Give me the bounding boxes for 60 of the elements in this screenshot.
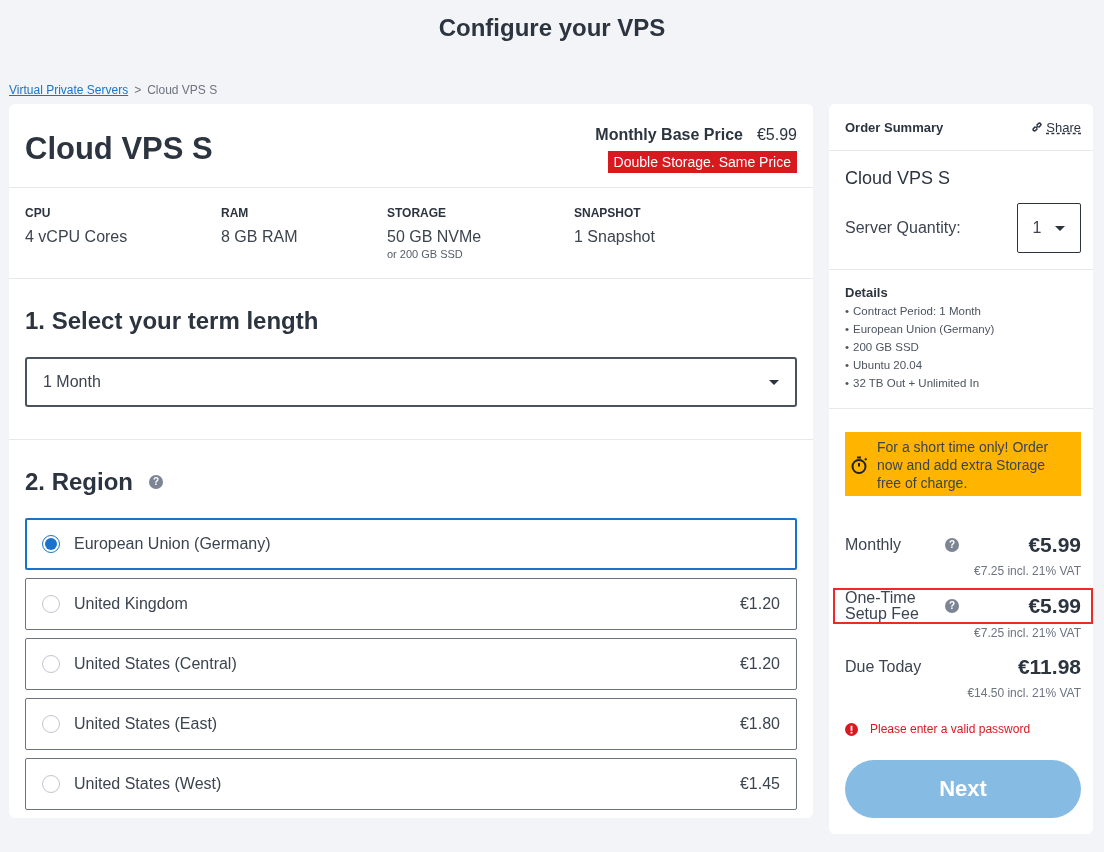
spec-value: 50 GB NVMe: [387, 228, 483, 246]
region-option[interactable]: United States (Central) €1.20: [25, 638, 797, 690]
region-option[interactable]: United States (East) €1.80: [25, 698, 797, 750]
breadcrumb-separator: >: [134, 83, 142, 99]
price-label: Monthly: [845, 537, 903, 553]
caret-icon: [769, 379, 779, 385]
quantity-select[interactable]: 1: [1017, 203, 1081, 253]
bullet-mark: •: [845, 340, 850, 355]
spec-label: CPU: [25, 206, 52, 220]
spec-value: 1 Snapshot: [574, 228, 655, 246]
region-option[interactable]: United Kingdom €1.20: [25, 578, 797, 630]
spec-label: STORAGE: [387, 206, 448, 220]
error-icon: [845, 722, 858, 736]
bullet-mark: •: [845, 376, 850, 391]
detail-item: 200 GB SSD: [853, 340, 919, 355]
price-amount: €5.99: [1028, 594, 1081, 618]
section-heading: 2. Region: [25, 468, 133, 496]
base-price: €5.99: [756, 126, 797, 144]
help-icon[interactable]: ?: [945, 538, 959, 552]
section-heading: 1. Select your term length: [25, 307, 320, 335]
help-icon[interactable]: ?: [149, 475, 163, 489]
breadcrumb-current: Cloud VPS S: [147, 83, 218, 99]
share-link[interactable]: Share: [1031, 119, 1081, 135]
spec-label: RAM: [221, 206, 250, 220]
promo-badge: Double Storage. Same Price: [607, 151, 797, 173]
caret-icon: [1055, 225, 1066, 231]
error-message: Please enter a valid password: [870, 722, 1031, 736]
spec-note: or 200 GB SSD: [387, 248, 464, 260]
promo-text: For a short time only! Order now and add extra Storage free of charge.: [877, 438, 1050, 492]
price-label: One-Time Setup Fee: [845, 590, 920, 622]
term-select[interactable]: 1 Month: [25, 357, 797, 407]
detail-item: Ubuntu 20.04: [853, 358, 923, 373]
region-option[interactable]: United States (West) €1.45: [25, 758, 797, 810]
link-icon: [1031, 121, 1044, 133]
price-amount: €11.98: [1017, 655, 1081, 679]
detail-item: Contract Period: 1 Month: [853, 304, 981, 319]
spec-value: 8 GB RAM: [221, 228, 299, 246]
stopwatch-icon: [849, 455, 869, 475]
spec-label: SNAPSHOT: [574, 206, 642, 220]
vat-note: €7.25 incl. 21% VAT: [973, 564, 1081, 578]
product-name: Cloud VPS S: [25, 130, 213, 168]
detail-item: 32 TB Out + Unlimited In: [853, 376, 980, 391]
region-option[interactable]: European Union (Germany): [25, 518, 797, 570]
detail-item: European Union (Germany): [853, 322, 995, 337]
help-icon[interactable]: ?: [945, 599, 959, 613]
page-title: Configure your VPS: [437, 13, 667, 43]
vat-note: €14.50 incl. 21% VAT: [966, 686, 1081, 700]
bullet-mark: •: [845, 304, 850, 319]
bullet-mark: •: [845, 358, 850, 373]
price-amount: €5.99: [1028, 533, 1081, 557]
breadcrumb-link[interactable]: Virtual Private Servers: [9, 83, 129, 104]
vat-note: €7.25 incl. 21% VAT: [973, 626, 1081, 640]
summary-product: Cloud VPS S: [845, 167, 952, 190]
price-label: Due Today: [845, 659, 923, 675]
details-heading: Details: [845, 284, 889, 300]
summary-title: Order Summary: [845, 119, 944, 135]
quantity-label: Server Quantity:: [845, 219, 961, 237]
spec-value: 4 vCPU Cores: [25, 228, 129, 246]
bullet-mark: •: [845, 322, 850, 337]
base-price-label: Monthly Base Price: [595, 126, 743, 144]
